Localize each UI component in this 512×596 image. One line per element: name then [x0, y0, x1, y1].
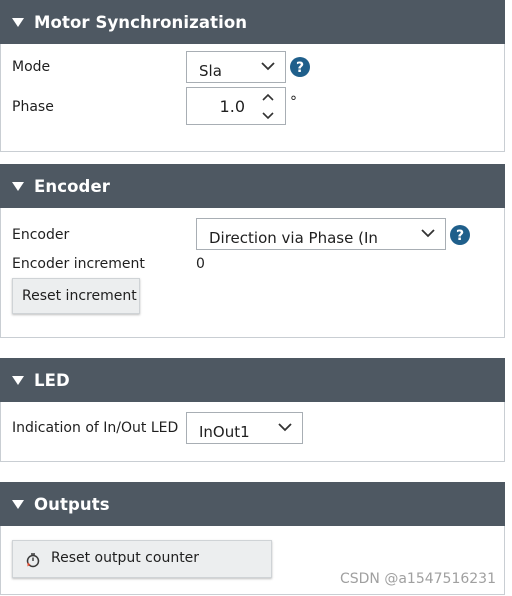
- collapse-triangle-icon[interactable]: [12, 17, 24, 27]
- motor-sync-section: Motor Synchronization Mode Sla ? Phase 1…: [0, 0, 505, 152]
- collapse-triangle-icon[interactable]: [12, 375, 24, 385]
- question-circle-icon[interactable]: ?: [450, 225, 470, 245]
- phase-value: 1.0: [219, 97, 245, 116]
- reset-increment-label: Reset increment: [22, 288, 137, 304]
- svg-text:?: ?: [296, 60, 304, 76]
- reset-output-counter-button[interactable]: Reset output counter: [12, 540, 272, 578]
- indication-select[interactable]: InOut1: [186, 412, 303, 444]
- question-circle-icon[interactable]: ?: [290, 57, 310, 77]
- spin-up-icon[interactable]: [257, 91, 279, 105]
- section-title: Outputs: [34, 494, 110, 514]
- mode-value: Sla: [199, 62, 222, 80]
- mode-label: Mode: [12, 59, 51, 75]
- encoder-header[interactable]: Encoder: [0, 164, 505, 208]
- chevron-down-icon: [278, 423, 292, 432]
- indication-label: Indication of In/Out LED: [12, 420, 179, 436]
- section-title: Motor Synchronization: [34, 12, 248, 32]
- watermark-text: CSDN @a1547516231: [339, 571, 496, 587]
- phase-spinbox[interactable]: 1.0: [186, 87, 286, 125]
- motor-sync-header[interactable]: Motor Synchronization: [0, 0, 505, 44]
- chevron-down-icon: [261, 62, 275, 71]
- encoder-value: Direction via Phase (In: [209, 229, 378, 247]
- spin-down-icon[interactable]: [257, 108, 279, 122]
- indication-value: InOut1: [199, 423, 250, 441]
- phase-unit: °: [290, 94, 297, 110]
- section-title: LED: [34, 370, 70, 390]
- encoder-body: Encoder Direction via Phase (In ? Encode…: [0, 208, 505, 338]
- outputs-header[interactable]: Outputs: [0, 482, 505, 526]
- phase-label: Phase: [12, 99, 54, 115]
- svg-text:?: ?: [456, 228, 464, 244]
- mode-select[interactable]: Sla: [186, 51, 286, 83]
- collapse-triangle-icon[interactable]: [12, 499, 24, 509]
- collapse-triangle-icon[interactable]: [12, 181, 24, 191]
- led-header[interactable]: LED: [0, 358, 505, 402]
- encoder-increment-value: 0: [196, 256, 205, 272]
- reset-increment-button[interactable]: Reset increment: [12, 278, 140, 314]
- led-section: LED Indication of In/Out LED InOut1: [0, 358, 505, 462]
- encoder-increment-label: Encoder increment: [12, 256, 145, 272]
- led-body: Indication of In/Out LED InOut1: [0, 402, 505, 462]
- encoder-section: Encoder Encoder Direction via Phase (In …: [0, 164, 505, 338]
- section-title: Encoder: [34, 176, 110, 196]
- encoder-select[interactable]: Direction via Phase (In: [196, 218, 446, 250]
- reset-output-counter-label: Reset output counter: [51, 550, 200, 566]
- reset-counter-icon: [26, 553, 40, 568]
- encoder-label: Encoder: [12, 227, 70, 243]
- motor-sync-body: Mode Sla ? Phase 1.0 °: [0, 44, 505, 152]
- chevron-down-icon: [421, 229, 435, 238]
